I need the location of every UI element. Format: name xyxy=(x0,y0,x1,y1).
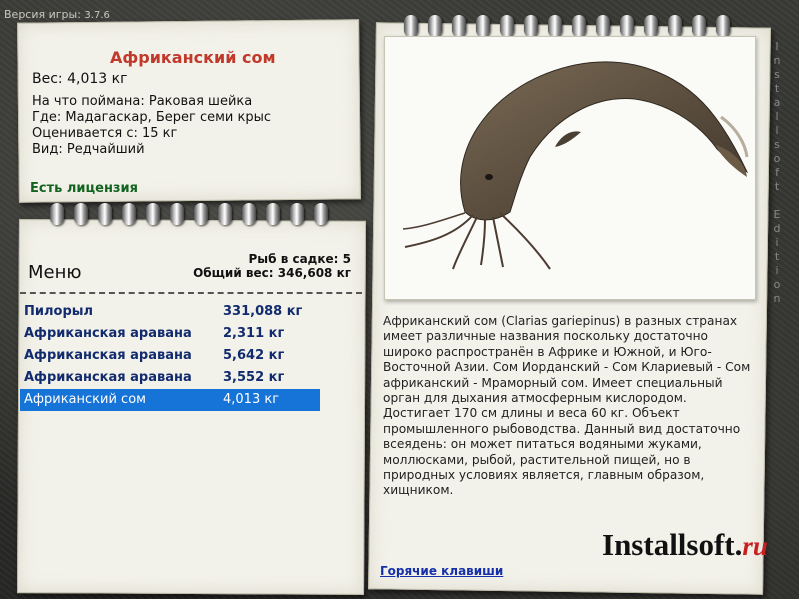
fish-weight: Вес: 4,013 кг xyxy=(32,71,128,87)
fish-title: Африканский сом xyxy=(110,48,276,67)
version-number: 3.7.6 xyxy=(84,10,110,21)
total-weight: Общий вес: 346,608 кг xyxy=(193,266,351,280)
catch-list-item-selected[interactable]: Африканский сом 4,013 кг xyxy=(20,389,320,411)
fish-count: Рыб в садке: 5 xyxy=(248,252,352,266)
game-version: Версия игры: 3.7.6 xyxy=(4,8,110,21)
binder-rings-right xyxy=(404,15,740,37)
catfish-image xyxy=(402,61,749,270)
catch-list-item[interactable]: Африканская аравана 5,642 кг xyxy=(20,345,320,367)
fish-valued-from: Оценивается с: 15 кг xyxy=(32,126,178,141)
fish-location: Где: Мадагаскар, Берег семи крыс xyxy=(32,110,272,125)
hotkeys-link[interactable]: Горячие клавиши xyxy=(380,564,503,578)
fish-photo xyxy=(384,36,756,300)
menu-divider xyxy=(20,292,362,294)
binder-rings xyxy=(50,203,338,225)
version-label: Версия игры: xyxy=(4,8,81,21)
installsoft-logo: Installsoft.ru xyxy=(602,527,768,562)
fish-kind: Вид: Редчайший xyxy=(32,142,145,157)
fish-description: Африканский сом (Clarias gariepinus) в р… xyxy=(383,314,751,498)
menu-title: Меню xyxy=(28,262,82,283)
vertical-watermark: Installsoft Edition xyxy=(773,40,781,305)
fish-bait: На что поймана: Раковая шейка xyxy=(32,94,253,109)
catch-list-item[interactable]: Пилорыл 331,088 кг xyxy=(20,301,320,323)
license-status: Есть лицензия xyxy=(30,181,138,196)
catch-list-item[interactable]: Африканская аравана 3,552 кг xyxy=(20,367,320,389)
catch-list-item[interactable]: Африканская аравана 2,311 кг xyxy=(20,323,320,345)
